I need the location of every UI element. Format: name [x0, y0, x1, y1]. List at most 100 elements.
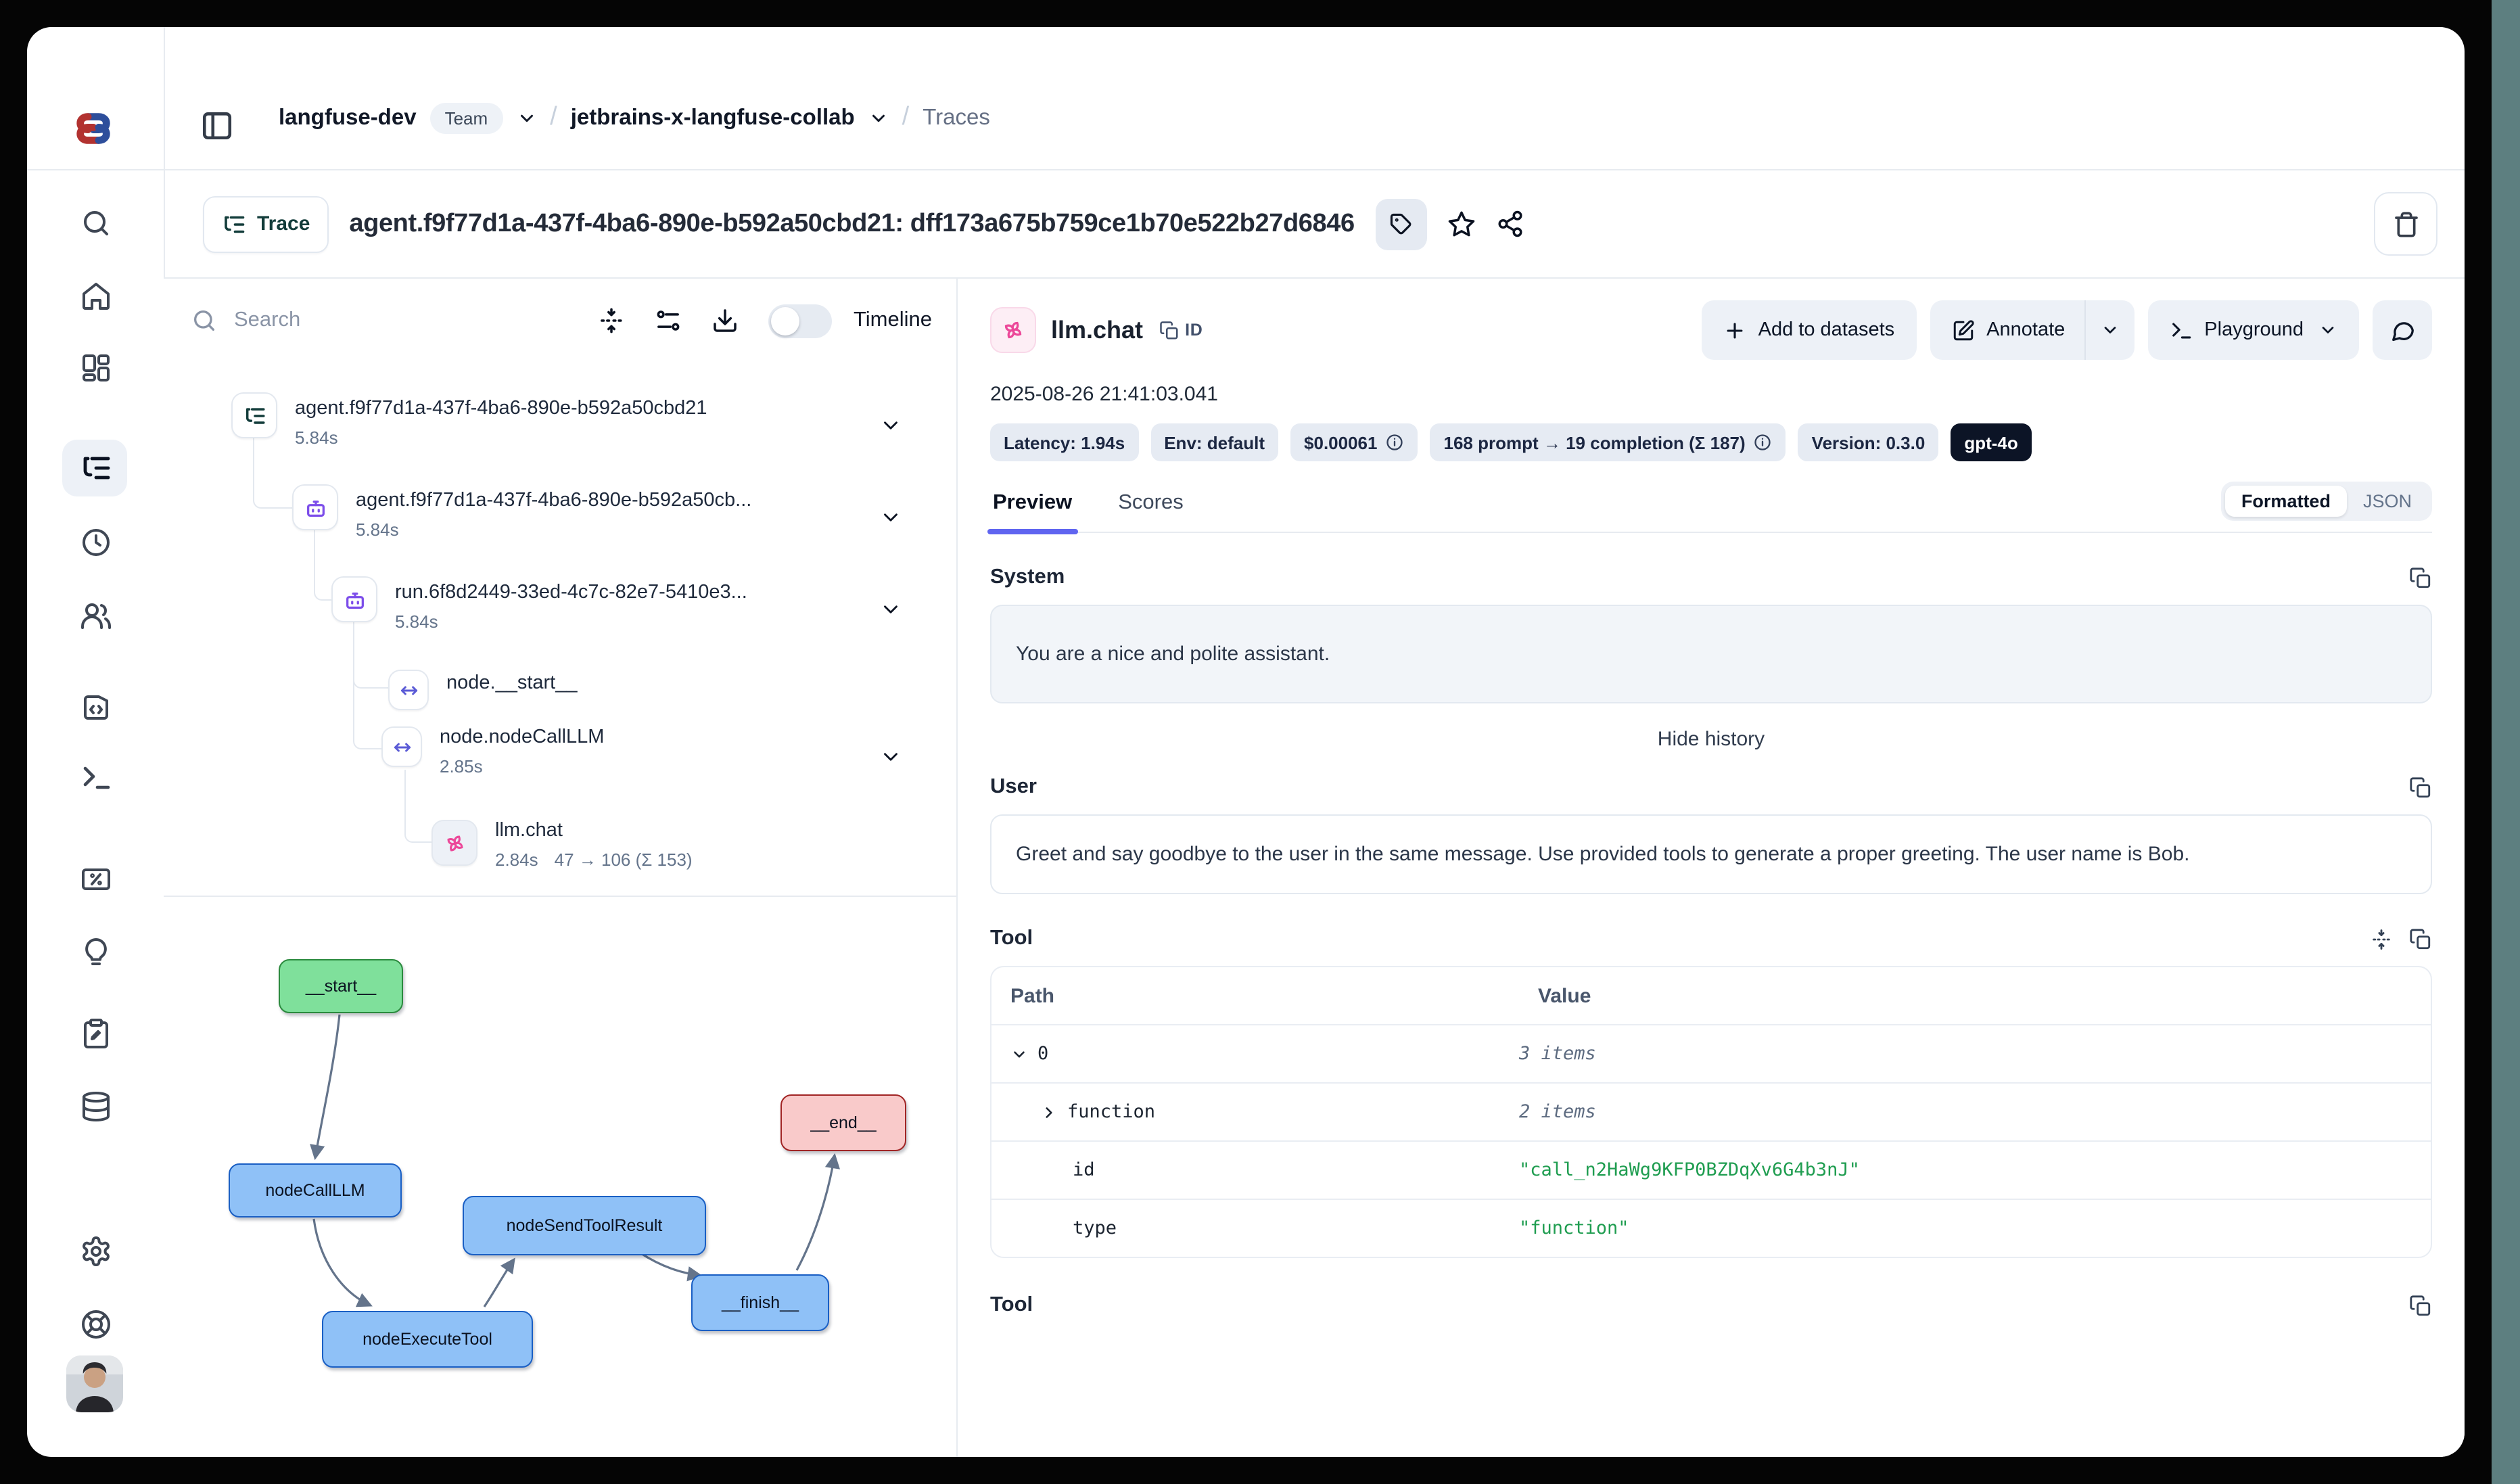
annotate-dropdown-button[interactable] [2084, 300, 2134, 360]
format-formatted-button[interactable]: Formatted [2225, 486, 2347, 517]
tree-row-agent[interactable]: agent.f9f77d1a-437f-4ba6-890e-b592a50cb.… [292, 484, 956, 540]
breadcrumb-project[interactable]: jetbrains-x-langfuse-collab [571, 106, 855, 131]
user-label: User [990, 775, 1037, 799]
graph-node-execute-tool[interactable]: nodeExecuteTool [322, 1311, 533, 1368]
search-icon [191, 307, 218, 334]
playground-button[interactable]: Playground [2147, 300, 2359, 360]
cost-badge[interactable]: $0.00061 [1290, 423, 1418, 461]
favorite-star-button[interactable] [1448, 210, 1476, 238]
sidebar-toggle-icon[interactable] [200, 108, 234, 142]
tokens-badge[interactable]: 168 prompt → 19 completion (Σ 187) [1430, 423, 1786, 461]
copy-icon[interactable] [2409, 776, 2432, 799]
trace-title-bar: Trace agent.f9f77d1a-437f-4ba6-890e-b592… [164, 170, 2465, 279]
span-icon [388, 670, 429, 710]
tree-row-node-call-llm[interactable]: node.nodeCallLLM 2.85s [381, 726, 956, 776]
metric-badges: Latency: 1.94s Env: default $0.00061 168… [990, 423, 2432, 461]
graph-node-label: __end__ [810, 1113, 876, 1132]
json-row[interactable]: id "call_n2HaWg9KFP0BZDqXv6G4b3nJ" [991, 1142, 2431, 1200]
nav-scores-icon[interactable] [27, 863, 164, 896]
agent-icon [331, 576, 377, 622]
graph-node-call-llm[interactable]: nodeCallLLM [229, 1163, 402, 1218]
detail-tabs: Preview Scores Formatted JSON [990, 483, 2432, 533]
display-settings-icon[interactable] [655, 307, 682, 334]
tree-row-llm-chat[interactable]: llm.chat 2.84s 47 → 106 (Σ 153) [431, 820, 956, 870]
nav-playground-icon[interactable] [27, 762, 164, 794]
trace-chip-label: Trace [257, 212, 310, 235]
path-column-header: Path [991, 984, 1519, 1007]
nav-users-icon[interactable] [27, 599, 164, 632]
chevron-right-icon[interactable] [1040, 1103, 1058, 1121]
expand-icon[interactable] [2370, 927, 2393, 950]
playground-label: Playground [2204, 319, 2304, 341]
collapse-all-icon[interactable] [598, 307, 625, 334]
trace-type-chip: Trace [203, 195, 329, 252]
nav-datasets-icon[interactable] [27, 1090, 164, 1123]
chevron-down-icon[interactable] [1010, 1045, 1028, 1063]
hide-history-button[interactable]: Hide history [990, 728, 2432, 751]
observation-name: llm.chat [495, 820, 693, 841]
json-row[interactable]: 0 3 items [991, 1025, 2431, 1084]
graph-node-label: nodeCallLLM [265, 1181, 365, 1200]
graph-node-send-tool-result[interactable]: nodeSendToolResult [463, 1196, 706, 1255]
chevron-down-icon[interactable] [879, 414, 902, 437]
tab-scores[interactable]: Scores [1115, 483, 1186, 532]
info-icon [1386, 433, 1405, 452]
json-row[interactable]: type "function" [991, 1200, 2431, 1257]
breadcrumb-page[interactable]: Traces [923, 106, 990, 131]
copy-icon[interactable] [2409, 1294, 2432, 1317]
search-input[interactable]: Search [234, 308, 300, 333]
nav-prompts-icon[interactable] [27, 691, 164, 724]
share-button[interactable] [1497, 210, 1525, 238]
annotate-button[interactable]: Annotate [1930, 300, 2084, 360]
nav-settings-icon[interactable] [27, 1235, 164, 1268]
chevron-down-icon[interactable] [516, 108, 536, 129]
nav-search-icon[interactable] [27, 207, 164, 239]
add-to-datasets-button[interactable]: Add to datasets [1702, 300, 1917, 360]
value-column-header: Value [1519, 984, 2431, 1007]
copy-icon[interactable] [2409, 566, 2432, 589]
comments-button[interactable] [2373, 300, 2432, 360]
download-icon[interactable] [711, 307, 739, 334]
tool-label: Tool [990, 1293, 1033, 1318]
latency-badge: Latency: 1.94s [990, 423, 1138, 461]
annotate-pen-icon [1951, 319, 1974, 342]
chevron-down-icon[interactable] [879, 598, 902, 621]
copy-icon[interactable] [2409, 927, 2432, 950]
chevron-down-icon[interactable] [879, 745, 902, 768]
chevron-down-icon[interactable] [879, 506, 902, 529]
nav-sessions-icon[interactable] [27, 526, 164, 559]
tree-row-node-start[interactable]: node.__start__ [388, 670, 956, 710]
nav-home-icon[interactable] [27, 280, 164, 312]
graph-node-finish[interactable]: __finish__ [691, 1274, 829, 1331]
nav-annotation-queues-icon[interactable] [27, 1017, 164, 1050]
graph-node-end[interactable]: __end__ [780, 1094, 906, 1151]
graph-node-label: __finish__ [722, 1293, 799, 1312]
chevron-down-icon [2318, 321, 2337, 340]
nav-evaluation-icon[interactable] [27, 936, 164, 969]
nav-support-icon[interactable] [27, 1308, 164, 1341]
breadcrumb-org[interactable]: langfuse-dev [279, 106, 417, 131]
system-label: System [990, 565, 1065, 590]
breadcrumb-separator: / [550, 102, 557, 132]
plus-icon [1723, 319, 1746, 342]
model-badge[interactable]: gpt-4o [1951, 423, 2031, 461]
annotate-split-button: Annotate [1930, 300, 2134, 360]
format-json-button[interactable]: JSON [2347, 486, 2428, 517]
observation-name: node.__start__ [446, 672, 578, 694]
tab-preview[interactable]: Preview [990, 483, 1075, 532]
graph-node-start[interactable]: __start__ [279, 959, 403, 1013]
tree-row-trace[interactable]: agent.f9f77d1a-437f-4ba6-890e-b592a50cbd… [231, 392, 956, 448]
tag-button[interactable] [1376, 198, 1428, 250]
timeline-toggle[interactable] [768, 304, 832, 338]
copy-id-button[interactable]: ID [1159, 320, 1203, 340]
json-row[interactable]: function 2 items [991, 1084, 2431, 1142]
chevron-down-icon[interactable] [868, 108, 889, 129]
nav-dashboard-icon[interactable] [27, 352, 164, 384]
trace-icon [222, 212, 246, 236]
user-avatar[interactable] [66, 1355, 123, 1412]
observation-name: agent.f9f77d1a-437f-4ba6-890e-b592a50cb.… [356, 490, 751, 511]
breadcrumb-separator: / [902, 102, 910, 132]
delete-trace-button[interactable] [2374, 192, 2437, 256]
tree-row-run[interactable]: run.6f8d2449-33ed-4c7c-82e7-5410e3... 5.… [331, 576, 956, 632]
nav-tracing-icon[interactable] [27, 452, 164, 484]
